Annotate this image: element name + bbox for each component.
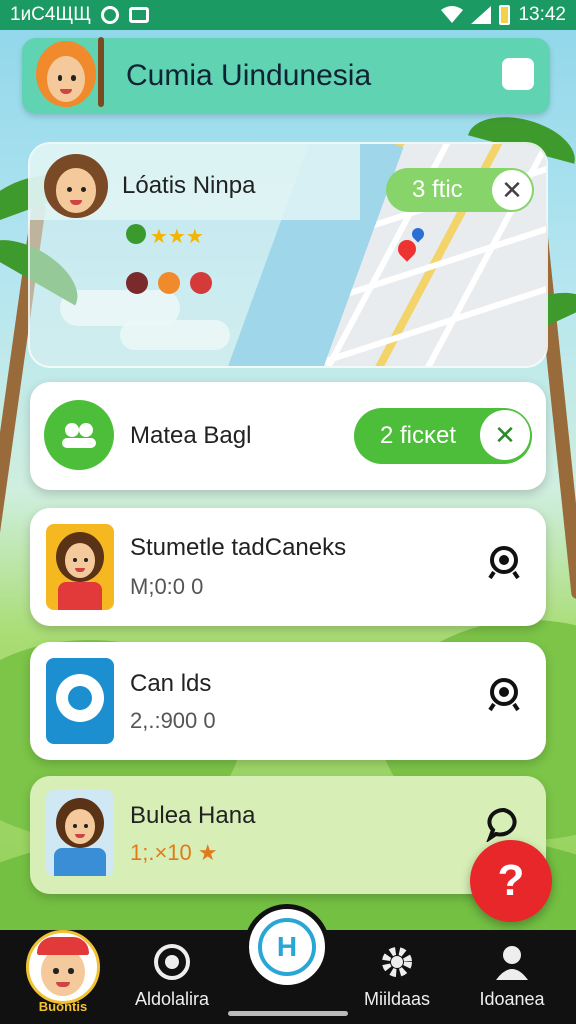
rating-stars: ★★★ — [126, 224, 204, 249]
status-time: 13:42 — [518, 4, 566, 25]
home-indicator[interactable] — [228, 1011, 348, 1016]
help-fab-label: ? — [497, 856, 525, 905]
target-icon — [154, 944, 190, 980]
app-header: Cumia Uindunesia — [22, 37, 550, 114]
ticket-pill-label: 3 ftic — [412, 176, 463, 203]
profile-avatar-icon — [26, 930, 100, 1004]
card-subtitle: M;0:0 0 — [130, 574, 204, 599]
card-subtitle: 2,.:900 0 — [130, 708, 216, 733]
map-pin-icon[interactable] — [409, 225, 427, 243]
rating-stars-text: ★★★ — [150, 226, 204, 248]
nav-item-home[interactable]: Buontis — [20, 930, 106, 1024]
wifi-icon — [441, 6, 464, 23]
signal-icon — [471, 6, 492, 24]
globe-icon — [126, 224, 146, 244]
nav-label: Aldolalira — [134, 989, 210, 1009]
header-menu-button[interactable] — [502, 58, 534, 90]
card-title: Stumetle tadCaneks — [130, 534, 347, 561]
badge-icon — [158, 272, 180, 294]
map-card-avatar — [44, 154, 108, 218]
page-title: Cumia Uindunesia — [126, 59, 372, 92]
badge-action-icon[interactable] — [486, 676, 522, 712]
nav-item-aldolalira[interactable]: Aldolalira — [120, 930, 224, 1024]
card-title: Bulea Hana — [130, 802, 256, 829]
nav-center-button[interactable]: H — [244, 904, 330, 990]
card-title: Can lds — [130, 670, 212, 697]
gear-icon — [382, 947, 412, 977]
header-avatar — [36, 37, 110, 111]
card-subtitle: 1;.×10 ★ — [130, 840, 218, 865]
nav-item-settings[interactable]: Miildaas — [352, 930, 442, 1024]
ticket-pill[interactable]: 2 ficĸet ✕ — [354, 408, 532, 464]
item-thumbnail — [46, 524, 114, 610]
nav-label: Idoanea — [479, 989, 545, 1009]
badge-action-icon[interactable] — [486, 544, 522, 580]
item-thumbnail — [46, 658, 114, 744]
list-item[interactable]: Can lds 2,.:900 0 — [30, 642, 546, 760]
list-item[interactable]: Bulea Hana 1;.×10 ★ — [30, 776, 546, 894]
card-title: Matea Bagl — [130, 422, 252, 449]
badge-row — [126, 272, 212, 294]
record-icon — [101, 6, 120, 24]
nav-center-label: H — [276, 931, 298, 962]
nav-item-profile[interactable]: Idoanea — [462, 930, 562, 1024]
chat-bubble-icon[interactable] — [486, 806, 522, 842]
help-fab-button[interactable]: ? — [470, 840, 552, 922]
status-bar: 1иC4ЩЩ 13:42 — [0, 0, 576, 30]
nav-label: Miildaas — [363, 989, 431, 1009]
people-icon — [44, 400, 114, 470]
person-icon — [496, 946, 528, 980]
ticket-pill-label: 2 ficĸet — [380, 422, 457, 449]
ticket-pill[interactable]: 3 ftic ✕ — [386, 168, 534, 212]
location-map-card[interactable]: Lóatis Ninpa 3 ftic ✕ ★★★ — [28, 142, 548, 368]
badge-icon — [126, 272, 148, 294]
notification-icon — [129, 7, 150, 23]
status-left-text: 1иC4ЩЩ — [10, 4, 92, 25]
nav-label: Buontis — [38, 999, 88, 1014]
list-item[interactable]: Stumetle tadCaneks M;0:0 0 — [30, 508, 546, 626]
battery-icon — [499, 5, 511, 25]
close-icon[interactable]: ✕ — [480, 410, 530, 460]
map-card-title: Lóatis Ninpa — [122, 172, 256, 199]
close-icon[interactable]: ✕ — [492, 170, 532, 210]
badge-icon — [190, 272, 212, 294]
item-thumbnail — [46, 790, 114, 876]
list-item[interactable]: Matea Bagl 2 ficĸet ✕ — [30, 382, 546, 490]
